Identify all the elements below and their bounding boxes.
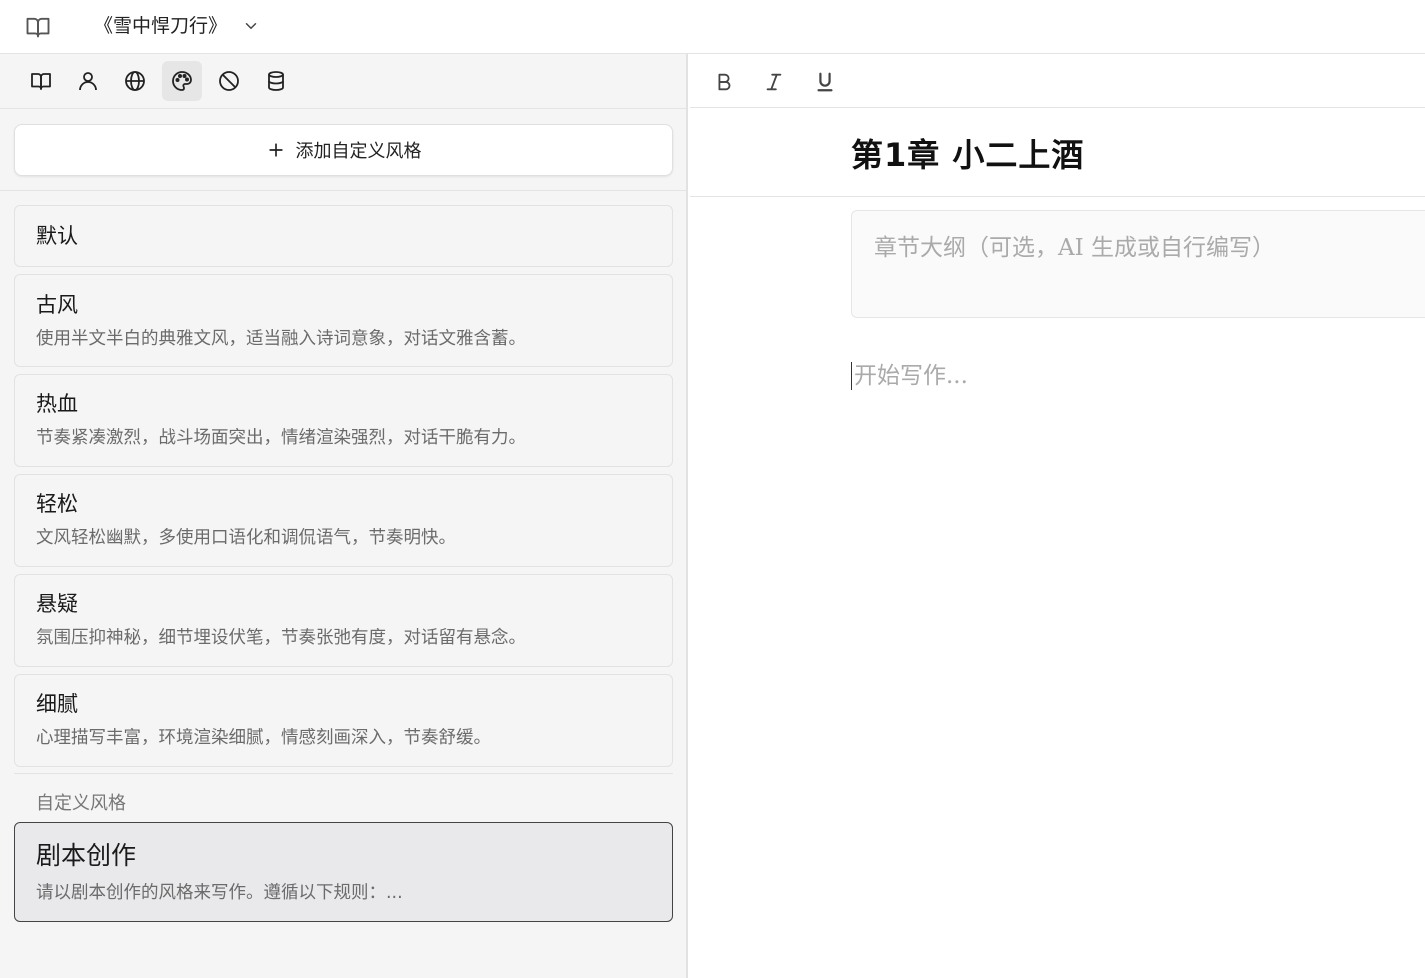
style-desc: 心理描写丰富，环境渲染细腻，情感刻画深入，节奏舒缓。 [36,728,491,748]
style-desc: 使用半文半白的典雅文风，适当融入诗词意象，对话文雅含蓄。 [36,329,526,349]
outline-placeholder: 章节大纲（可选，AI 生成或自行编写） [874,235,1276,261]
section-divider [14,773,673,774]
divider [0,190,686,191]
format-toolbar [690,54,1425,108]
editor-panel: 第1章 小二上酒 章节大纲（可选，AI 生成或自行编写） 开始写作... [690,54,1425,978]
style-name: 剧本创作 [36,841,137,870]
style-desc: 文风轻松幽默，多使用口语化和调侃语气，节奏明快。 [36,528,456,548]
top-bar: 《雪中悍刀行》 [0,0,1425,54]
ban-icon [219,71,239,91]
style-card-custom-script[interactable]: 剧本创作 请以剧本创作的风格来写作。遵循以下规则：... [14,822,673,922]
style-desc: 节奏紧凑激烈，战斗场面突出，情绪渲染强烈，对话干脆有力。 [36,428,526,448]
style-desc: 请以剧本创作的风格来写作。遵循以下规则：... [36,883,403,903]
add-custom-style-label: 添加自定义风格 [295,141,422,162]
style-name: 热血 [36,392,78,416]
bold-button[interactable] [709,67,739,97]
chapter-outline-input[interactable]: 章节大纲（可选，AI 生成或自行编写） [851,210,1425,318]
user-icon [79,72,97,91]
book-title[interactable]: 《雪中悍刀行》 [94,13,227,39]
sidebar: 添加自定义风格 默认 古风 使用半文半白的典雅文风，适当融入诗词意象，对话文雅含… [0,54,688,978]
style-card-default[interactable]: 默认 [14,205,673,267]
title-divider [690,196,1425,197]
palette-icon [172,71,192,91]
sidebar-tab-bar [0,54,686,109]
italic-button[interactable] [759,67,789,97]
chapter-title[interactable]: 第1章 小二上酒 [851,130,1084,176]
add-custom-style-button[interactable]: 添加自定义风格 [14,124,673,176]
custom-section-label: 自定义风格 [36,793,126,814]
tab-data[interactable] [256,61,296,101]
tab-outline[interactable] [21,61,61,101]
italic-icon [766,73,782,91]
style-name: 轻松 [36,492,78,516]
style-name: 古风 [36,293,78,317]
book-open-icon[interactable] [24,13,52,41]
underline-icon [817,72,833,92]
style-card-suspense[interactable]: 悬疑 氛围压抑神秘，细节埋设伏笔，节奏张弛有度，对话留有悬念。 [14,574,673,667]
book-open-icon [31,73,51,90]
tab-characters[interactable] [68,61,108,101]
tab-styles[interactable] [162,61,202,101]
style-card-ancient[interactable]: 古风 使用半文半白的典雅文风，适当融入诗词意象，对话文雅含蓄。 [14,274,673,367]
bold-icon [718,73,731,91]
style-card-passion[interactable]: 热血 节奏紧凑激烈，战斗场面突出，情绪渲染强烈，对话干脆有力。 [14,374,673,467]
style-name: 细腻 [36,692,78,716]
body-placeholder: 开始写作... [854,363,968,389]
tab-world[interactable] [115,61,155,101]
plus-icon [268,143,283,157]
style-desc: 氛围压抑神秘，细节埋设伏笔，节奏张弛有度，对话留有悬念。 [36,628,526,648]
chevron-down-icon[interactable] [242,17,260,35]
chapter-body-editor[interactable]: 开始写作... [851,362,968,390]
style-card-relaxed[interactable]: 轻松 文风轻松幽默，多使用口语化和调侃语气，节奏明快。 [14,474,673,567]
underline-button[interactable] [810,67,840,97]
style-name: 默认 [36,224,78,248]
style-card-delicate[interactable]: 细腻 心理描写丰富，环境渲染细腻，情感刻画深入，节奏舒缓。 [14,674,673,767]
globe-icon [125,71,145,91]
style-name: 悬疑 [36,592,78,616]
database-icon [268,71,284,91]
tab-forbidden[interactable] [209,61,249,101]
